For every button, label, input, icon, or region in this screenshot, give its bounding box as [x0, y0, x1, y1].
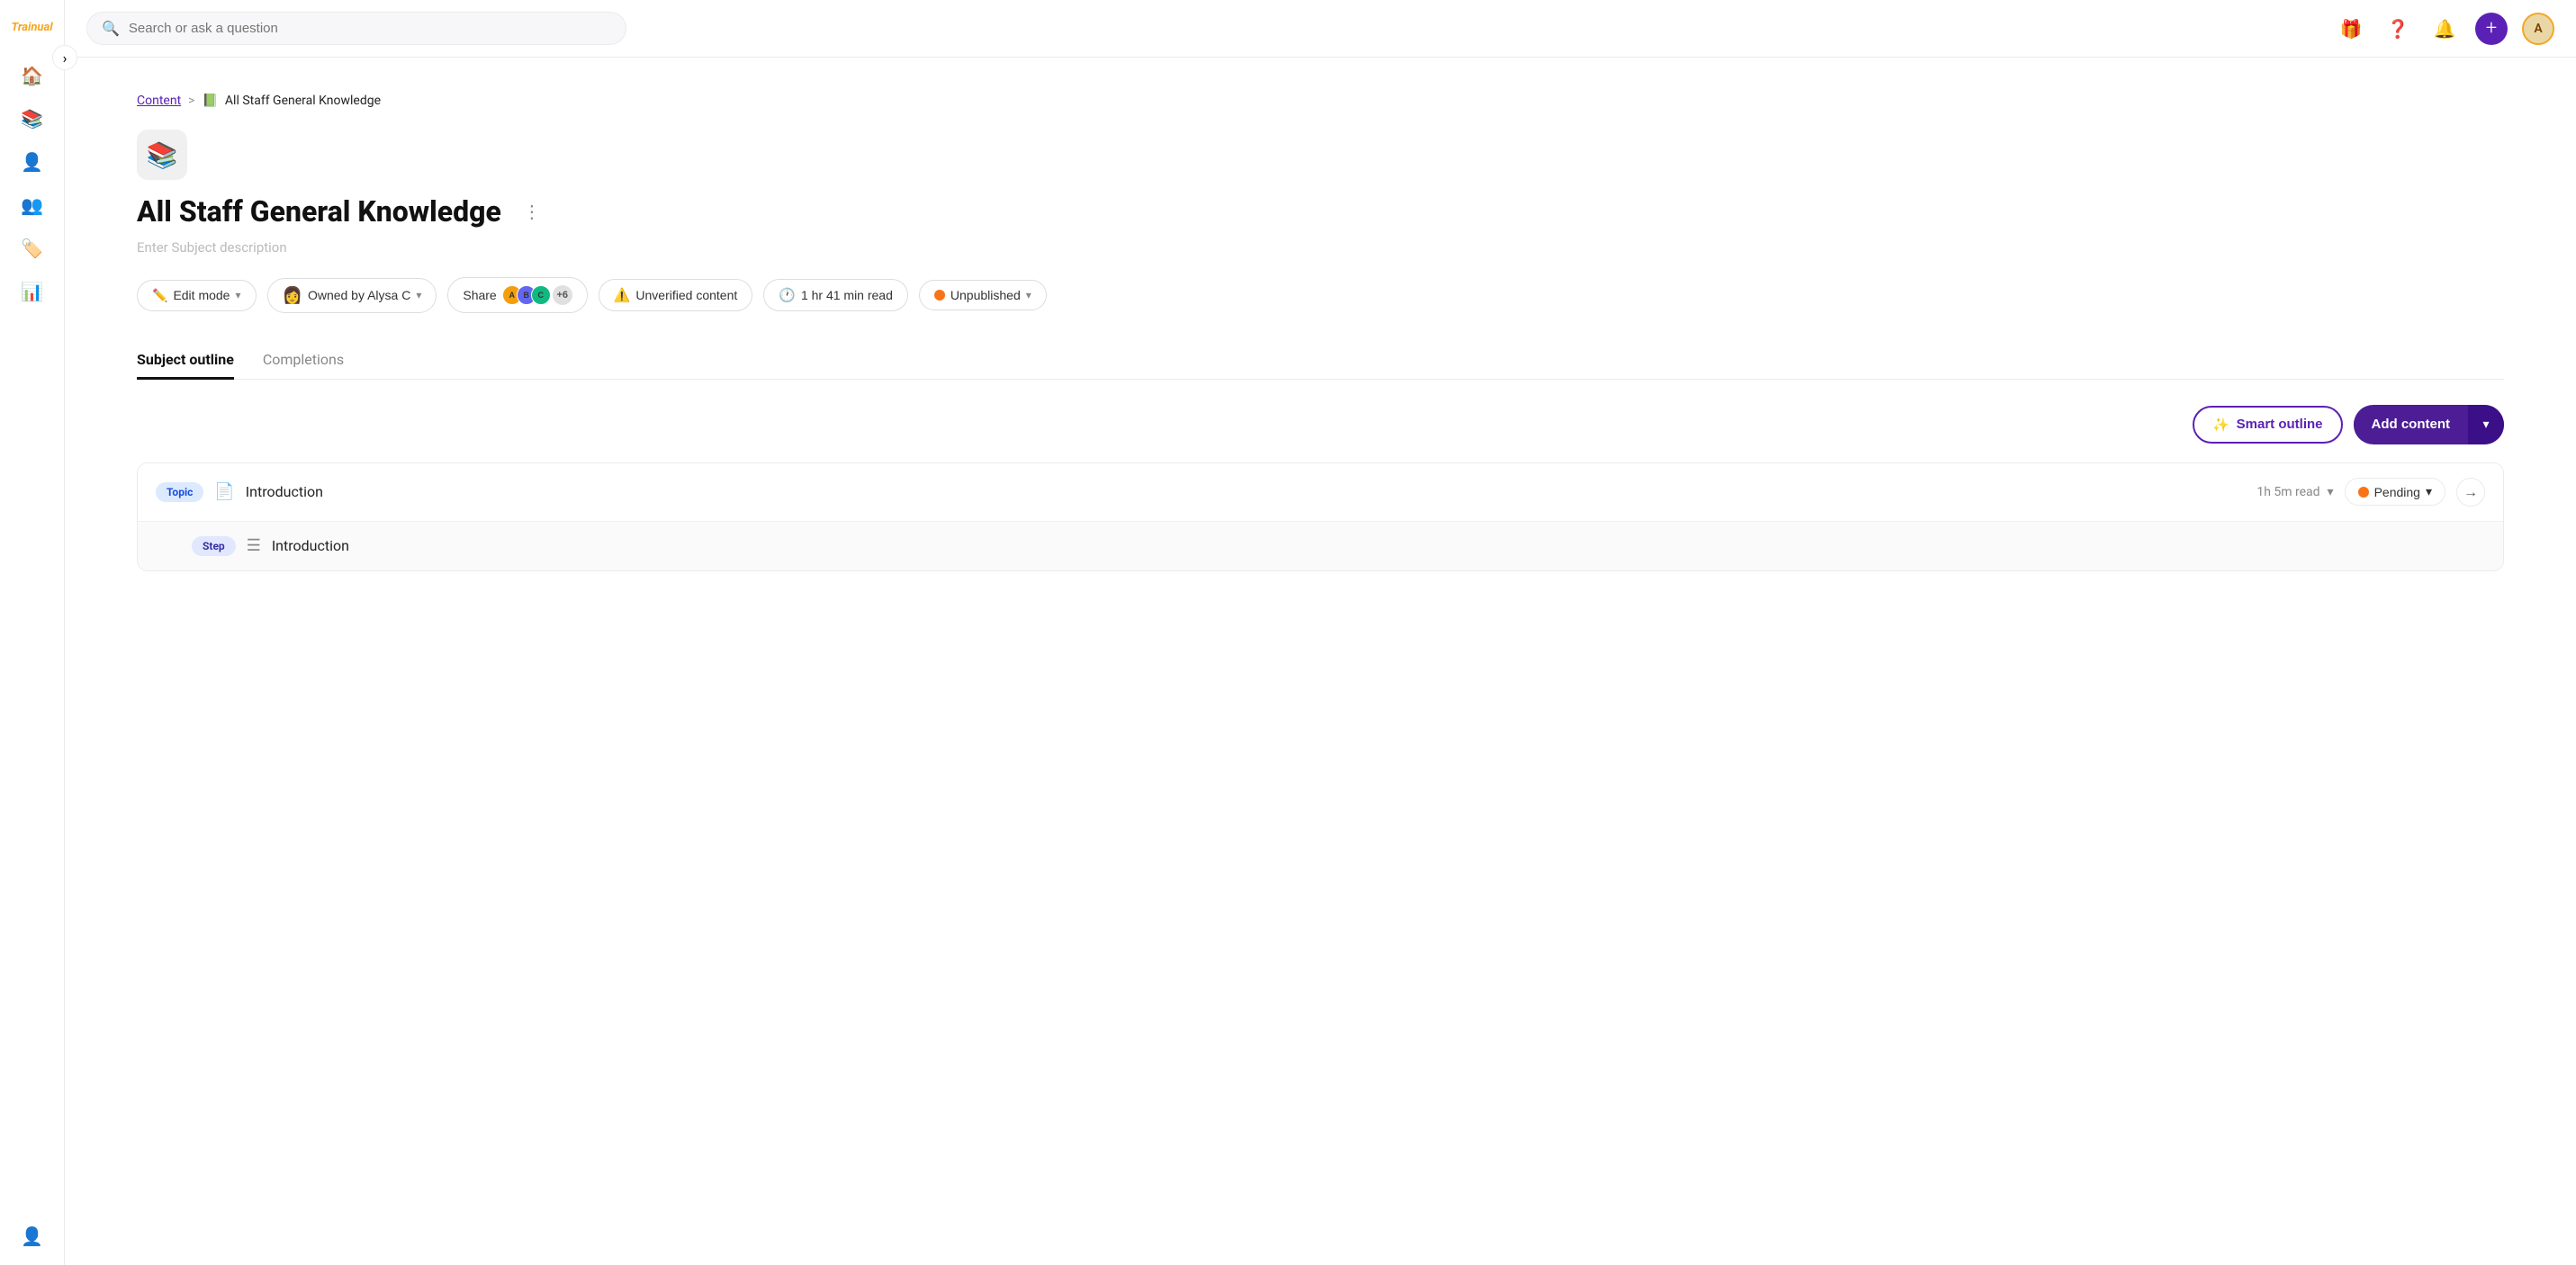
share-count-badge: +6 [553, 285, 572, 305]
sidebar-item-home[interactable]: 🏠 [14, 58, 50, 94]
topic-nav-arrow[interactable]: → [2456, 478, 2485, 507]
breadcrumb-separator: > [188, 94, 194, 108]
breadcrumb: Content > 📗 All Staff General Knowledge [137, 94, 2504, 108]
sidebar: Trainual 🏠 📚 👤 👥 🏷️ 📊 👤 [0, 0, 65, 1265]
reports-icon: 📊 [21, 281, 43, 302]
step-title: Introduction [272, 537, 2485, 554]
clock-icon: 🕐 [779, 287, 796, 303]
search-bar[interactable]: 🔍 [86, 12, 626, 45]
publish-button[interactable]: Unpublished ▾ [919, 280, 1047, 310]
pending-chevron: ▾ [2426, 484, 2432, 499]
topic-badge: Topic [156, 482, 203, 502]
home-icon: 🏠 [21, 65, 43, 86]
topic-title: Introduction [246, 483, 2247, 500]
step-icon: ☰ [247, 536, 261, 555]
read-time-chevron[interactable]: ▾ [2328, 485, 2334, 499]
pending-button[interactable]: Pending ▾ [2345, 478, 2445, 506]
subject-title: All Staff General Knowledge [137, 194, 501, 229]
owner-button[interactable]: 👩 Owned by Alysa C ▾ [267, 278, 437, 313]
gift-button[interactable]: 🎁 [2335, 13, 2367, 45]
chevron-right-icon: › [63, 49, 68, 67]
subject-description[interactable]: Enter Subject description [137, 239, 2504, 256]
main-wrapper: 🔍 🎁 ❓ 🔔 + A Content > 📗 [65, 0, 2576, 1265]
plus-icon: + [2486, 17, 2497, 40]
edit-mode-label: Edit mode [173, 288, 230, 302]
owner-label: Owned by Alysa C [308, 288, 410, 302]
sidebar-item-people[interactable]: 👤 [14, 144, 50, 180]
subject-title-row: All Staff General Knowledge ⋮ [137, 194, 2504, 229]
table-row: Step ☰ Introduction [138, 522, 2503, 570]
people-icon: 👤 [21, 151, 43, 173]
sidebar-collapse-button[interactable]: › [52, 45, 77, 70]
sidebar-item-profile[interactable]: 👤 [14, 1218, 50, 1254]
action-bar: ✏️ Edit mode ▾ 👩 Owned by Alysa C ▾ Shar… [137, 277, 2504, 313]
content-area: Content > 📗 All Staff General Knowledge … [65, 58, 2576, 1265]
library-icon: 📚 [21, 108, 43, 130]
content-list: Topic 📄 Introduction 1h 5m read ▾ Pendin… [137, 462, 2504, 571]
read-time-button[interactable]: 🕐 1 hr 41 min read [763, 279, 908, 311]
pending-status-dot [2358, 487, 2369, 498]
profile-icon: 👤 [21, 1225, 43, 1247]
read-time-label: 1 hr 41 min read [801, 288, 893, 302]
smart-outline-label: Smart outline [2237, 417, 2323, 432]
edit-mode-button[interactable]: ✏️ Edit mode ▾ [137, 280, 257, 311]
publish-label: Unpublished [950, 288, 1021, 302]
share-avatars: A B C [502, 285, 551, 305]
search-icon: 🔍 [102, 20, 120, 37]
more-menu-button[interactable]: ⋮ [516, 197, 548, 226]
chevron-down-icon: ▾ [2482, 417, 2489, 432]
read-time-text: 1h 5m read [2256, 485, 2319, 499]
unverified-label: Unverified content [635, 288, 737, 302]
pending-label: Pending [2374, 485, 2420, 499]
topnav: 🔍 🎁 ❓ 🔔 + A [65, 0, 2576, 58]
add-content-dropdown-button[interactable]: ▾ [2468, 405, 2504, 444]
subject-icon: 📚 [137, 130, 187, 180]
sidebar-item-tags[interactable]: 🏷️ [14, 230, 50, 266]
sparkle-icon: ✨ [2212, 417, 2229, 433]
gift-icon: 🎁 [2340, 18, 2363, 40]
table-row: Topic 📄 Introduction 1h 5m read ▾ Pendin… [138, 463, 2503, 522]
app-logo: Trainual [13, 11, 52, 43]
subject-emoji: 📚 [147, 140, 178, 170]
avatar-initials: A [2534, 22, 2542, 36]
topnav-actions: 🎁 ❓ 🔔 + A [2335, 13, 2554, 45]
owner-chevron: ▾ [416, 289, 421, 301]
smart-outline-button[interactable]: ✨ Smart outline [2193, 406, 2343, 444]
add-content-main-button[interactable]: Add content [2354, 408, 2469, 441]
help-icon: ❓ [2387, 18, 2409, 40]
tabs-row: Subject outline Completions [137, 342, 2504, 380]
avatar[interactable]: A [2522, 13, 2554, 45]
share-avatar-3: C [531, 285, 551, 305]
share-button[interactable]: Share A B C +6 [447, 277, 587, 313]
breadcrumb-current: All Staff General Knowledge [225, 94, 381, 108]
document-icon: 📄 [214, 482, 234, 501]
publish-chevron: ▾ [1026, 289, 1031, 301]
owner-avatar: 👩 [283, 286, 302, 305]
groups-icon: 👥 [21, 194, 43, 216]
add-button[interactable]: + [2475, 13, 2508, 45]
tab-completions[interactable]: Completions [263, 342, 344, 380]
tab-subject-outline[interactable]: Subject outline [137, 342, 234, 380]
add-content-button[interactable]: Add content ▾ [2354, 405, 2505, 444]
pencil-icon: ✏️ [152, 288, 167, 303]
help-button[interactable]: ❓ [2382, 13, 2414, 45]
breadcrumb-parent[interactable]: Content [137, 94, 181, 108]
sidebar-item-library[interactable]: 📚 [14, 101, 50, 137]
bell-icon: 🔔 [2434, 18, 2456, 40]
sidebar-item-reports[interactable]: 📊 [14, 274, 50, 310]
unverified-button[interactable]: ⚠️ Unverified content [599, 279, 753, 311]
notifications-button[interactable]: 🔔 [2428, 13, 2461, 45]
arrow-right-icon: → [2463, 483, 2478, 501]
warning-icon: ⚠️ [614, 287, 631, 303]
tags-icon: 🏷️ [21, 238, 43, 259]
breadcrumb-emoji: 📗 [202, 94, 217, 108]
publish-status-dot [934, 290, 945, 301]
search-input[interactable] [129, 21, 611, 36]
sidebar-item-groups[interactable]: 👥 [14, 187, 50, 223]
row-meta: 1h 5m read ▾ [2256, 485, 2333, 499]
outline-toolbar: ✨ Smart outline Add content ▾ [137, 405, 2504, 444]
share-label: Share [463, 288, 496, 302]
step-badge: Step [192, 536, 236, 556]
edit-mode-chevron: ▾ [235, 289, 240, 301]
